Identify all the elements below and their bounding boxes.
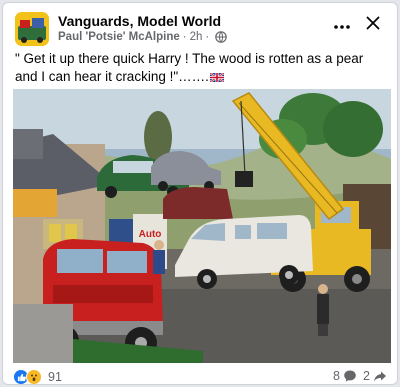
- author-name[interactable]: Paul 'Potsie' McAlpine: [58, 31, 180, 43]
- meta-separator: ·: [182, 31, 187, 43]
- post-time[interactable]: 2h: [190, 31, 203, 43]
- reaction-count: 91: [48, 370, 62, 384]
- diorama-scene: Auto: [13, 89, 391, 363]
- caption-text: " Get it up there quick Harry ! The wood…: [15, 51, 364, 84]
- share-icon: [373, 369, 387, 383]
- meta-separator: ·: [205, 31, 210, 43]
- group-avatar[interactable]: [15, 12, 49, 46]
- post-caption: " Get it up there quick Harry ! The wood…: [15, 50, 387, 87]
- auto-sign-text: Auto: [139, 229, 162, 240]
- group-name[interactable]: Vanguards, Model World: [58, 13, 221, 29]
- comment-count: 8: [333, 369, 340, 383]
- share-count: 2: [363, 369, 370, 383]
- reactions-summary[interactable]: 91: [13, 369, 62, 384]
- more-dots-icon: [334, 16, 350, 34]
- close-icon: [366, 16, 380, 35]
- post-meta: Paul 'Potsie' McAlpine · 2h ·: [58, 31, 228, 43]
- post-card: Vanguards, Model World Paul 'Potsie' McA…: [2, 2, 398, 385]
- wow-icon: [26, 369, 42, 384]
- globe-icon: [215, 31, 228, 43]
- comments-count-link[interactable]: 8: [333, 369, 357, 383]
- comment-icon: [343, 369, 357, 383]
- union-jack-flag-icon: [209, 69, 225, 87]
- close-button[interactable]: [361, 13, 385, 37]
- shares-count-link[interactable]: 2: [363, 369, 387, 383]
- more-options-button[interactable]: [329, 13, 355, 37]
- post-photo[interactable]: Auto: [13, 89, 391, 363]
